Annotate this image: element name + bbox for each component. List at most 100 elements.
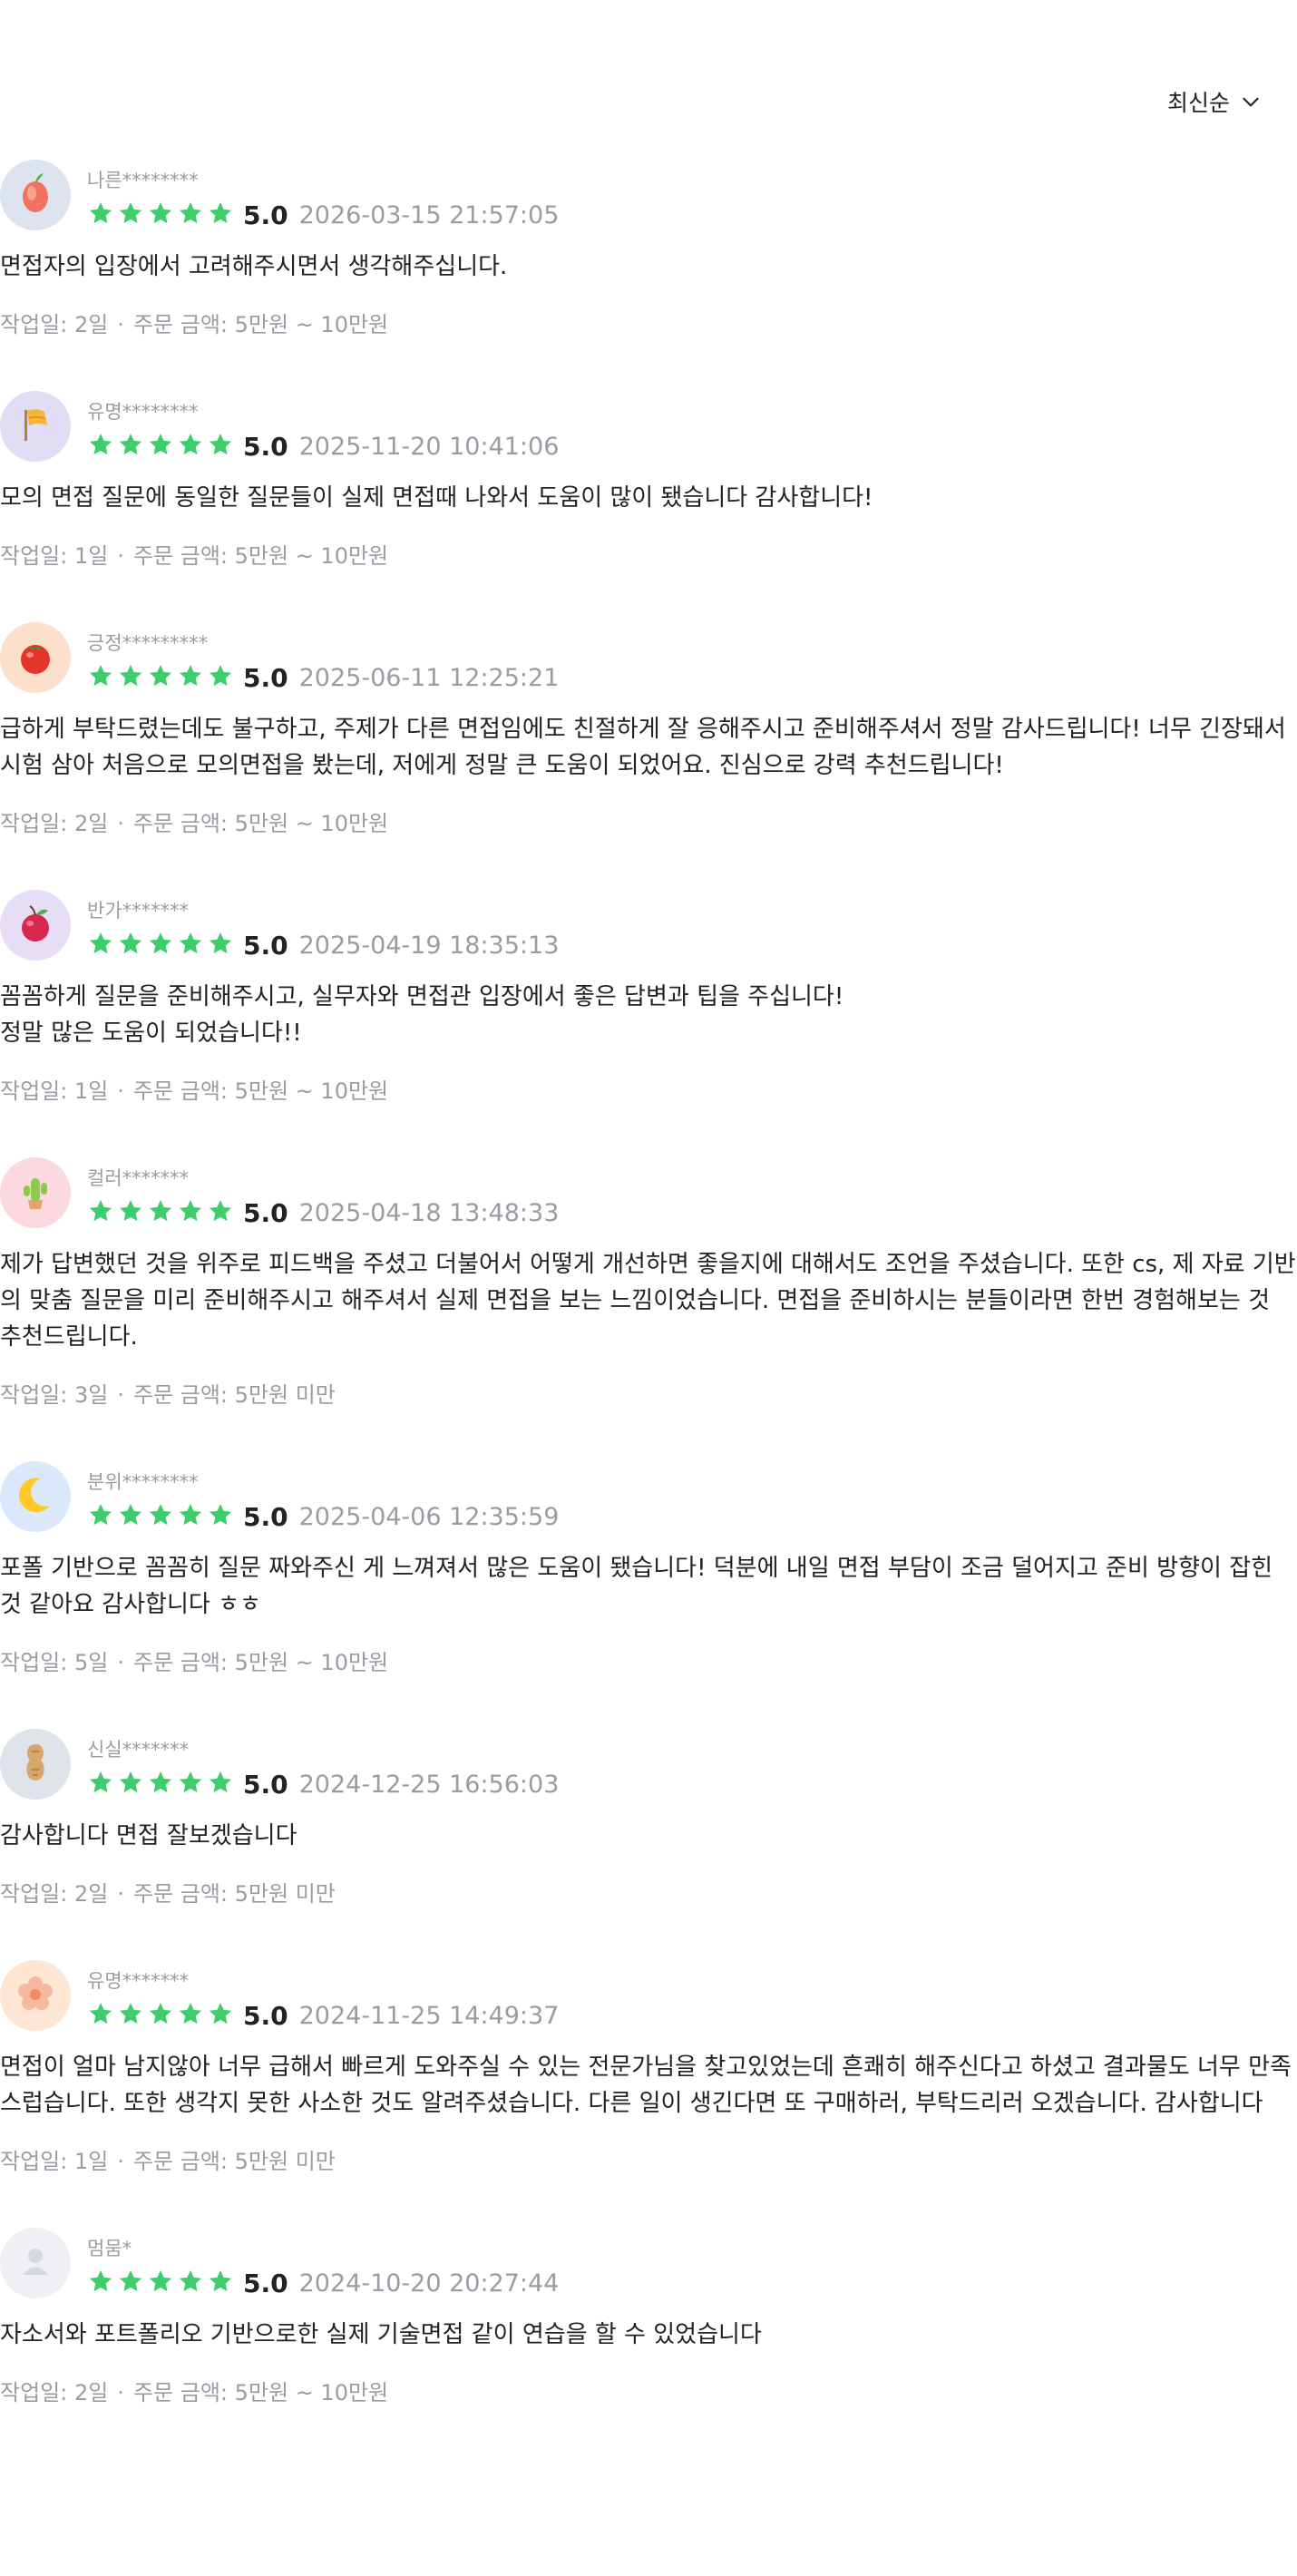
rating-row: 5.0 2024-10-20 20:27:44 (87, 2268, 559, 2298)
star-icon (147, 930, 174, 961)
rating-score: 5.0 (243, 1501, 288, 1532)
price-label: 주문 금액: (132, 1078, 235, 1104)
order-info: 작업일: 3일 · 주문 금액: 5만원 미만 (0, 1377, 1297, 1409)
review-header: 유명******* 5.0 2024-11-25 14:49:37 (0, 1960, 1297, 2031)
reviewer-name: 유명******** (87, 401, 199, 423)
star-icon (87, 1769, 114, 1800)
review-meta: 분위******** 5.0 2025-04-06 12:35:59 (87, 1461, 559, 1532)
star-icon (207, 2000, 234, 2031)
review-meta: 신실******* 5.0 2024-12-25 16:56:03 (87, 1729, 559, 1800)
star-icon (87, 662, 114, 693)
separator: · (117, 1078, 124, 1104)
star-icon (117, 1769, 144, 1800)
review-list: 나른******** 5.0 2026-03-15 21:57:05 면접자의 입장에… (0, 160, 1297, 2459)
star-icon (207, 930, 234, 961)
review-text: 제가 답변했던 것을 위주로 피드백을 주셨고 더불어서 어떻게 개선하면 좋을… (0, 1251, 1296, 1351)
reviewer-name: 유명******* (87, 1970, 190, 1992)
star-icon (177, 431, 204, 462)
worktime-value: 1일 (73, 543, 109, 569)
price-label: 주문 금액: (132, 1650, 235, 1675)
review-header: 분위******** 5.0 2025-04-06 12:35:59 (0, 1461, 1297, 1532)
star-rating (87, 200, 234, 230)
worktime-label: 작업일: (0, 2149, 74, 2174)
review-meta: 유명******** 5.0 2025-11-20 10:41:06 (87, 391, 559, 462)
review-item: 나른******** 5.0 2026-03-15 21:57:05 면접자의 입장에… (0, 160, 1297, 391)
rating-row: 5.0 2025-04-06 12:35:59 (87, 1501, 559, 1532)
separator: · (117, 1650, 124, 1675)
peanut-icon (8, 1735, 63, 1793)
price-value: 5만원 미만 (234, 1382, 336, 1408)
review-item: 유명******** 5.0 2025-11-20 10:41:06 모의 면접 질문… (0, 391, 1297, 622)
star-icon (207, 1197, 234, 1228)
worktime-label: 작업일: (0, 1650, 74, 1675)
order-info: 작업일: 2일 · 주문 금액: 5만원 미만 (0, 1876, 1297, 1908)
rating-score: 5.0 (243, 1769, 288, 1800)
order-info: 작업일: 1일 · 주문 금액: 5만원 ~ 10만원 (0, 1073, 1297, 1105)
price-value: 5만원 ~ 10만원 (234, 2380, 389, 2405)
worktime-value: 5일 (73, 1650, 109, 1675)
star-icon (177, 2000, 204, 2031)
star-icon (147, 1769, 174, 1800)
avatar (0, 160, 71, 230)
review-date: 2026-03-15 21:57:05 (298, 200, 560, 229)
review-item: 신실******* 5.0 2024-12-25 16:56:03 감사합니다 면접 … (0, 1729, 1297, 1960)
star-icon (177, 1769, 204, 1800)
review-item: 컬러******* 5.0 2025-04-18 13:48:33 제가 답변했던 것… (0, 1157, 1297, 1461)
sort-dropdown[interactable]: 최신순 (1167, 85, 1263, 118)
review-meta: 반가******* 5.0 2025-04-19 18:35:13 (87, 890, 559, 961)
avatar (0, 1157, 71, 1228)
rating-row: 5.0 2026-03-15 21:57:05 (87, 200, 559, 230)
separator: · (117, 811, 124, 836)
worktime-label: 작업일: (0, 2380, 74, 2405)
star-icon (117, 2000, 144, 2031)
review-text: 포폴 기반으로 꼼꼼히 질문 짜와주신 게 느껴져서 많은 도움이 됐습니다! … (0, 1555, 1273, 1618)
worktime-value: 1일 (73, 1078, 109, 1104)
star-icon (177, 662, 204, 693)
worktime-value: 1일 (73, 2149, 109, 2174)
review-date: 2025-04-06 12:35:59 (298, 1502, 560, 1531)
separator: · (117, 2380, 124, 2405)
star-icon (117, 2268, 144, 2298)
price-label: 주문 금액: (132, 543, 235, 569)
worktime-value: 3일 (73, 1382, 109, 1408)
star-icon (147, 1501, 174, 1532)
review-header: 컬러******* 5.0 2025-04-18 13:48:33 (0, 1157, 1297, 1228)
star-icon (87, 2268, 114, 2298)
review-header: 유명******** 5.0 2025-11-20 10:41:06 (0, 391, 1297, 462)
separator: · (117, 543, 124, 569)
flag-icon (8, 397, 63, 455)
star-icon (117, 930, 144, 961)
avatar (0, 622, 71, 693)
review-date: 2024-10-20 20:27:44 (298, 2269, 560, 2298)
tomato-icon (8, 629, 63, 687)
review-text: 면접이 얼마 남지않아 너무 급해서 빠르게 도와주실 수 있는 전문가님을 찾… (0, 2054, 1292, 2117)
price-label: 주문 금액: (132, 811, 235, 836)
avatar (0, 1729, 71, 1800)
star-icon (207, 2268, 234, 2298)
avatar (0, 391, 71, 462)
price-label: 주문 금액: (132, 312, 235, 337)
review-item: 긍정********* 5.0 2025-06-11 12:25:21 급하게 부탁드… (0, 622, 1297, 890)
star-rating (87, 1197, 234, 1228)
apple-icon (8, 896, 63, 954)
worktime-label: 작업일: (0, 543, 74, 569)
avatar (0, 890, 71, 961)
rating-row: 5.0 2025-11-20 10:41:06 (87, 431, 559, 462)
separator: · (117, 1382, 124, 1408)
rating-score: 5.0 (243, 431, 288, 462)
review-header: 나른******** 5.0 2026-03-15 21:57:05 (0, 160, 1297, 230)
star-icon (87, 930, 114, 961)
star-icon (87, 1197, 114, 1228)
review-date: 2024-12-25 16:56:03 (298, 1770, 560, 1799)
review-item: 멈뭄* 5.0 2024-10-20 20:27:44 자소서와 포트폴리오 기반으로… (0, 2228, 1297, 2459)
star-icon (177, 930, 204, 961)
reviewer-name: 컬러******* (87, 1167, 190, 1189)
price-value: 5만원 미만 (234, 1881, 336, 1907)
chevron-down-icon (1243, 97, 1259, 107)
star-rating (87, 662, 234, 693)
worktime-label: 작업일: (0, 1881, 74, 1907)
separator: · (117, 2149, 124, 2174)
worktime-label: 작업일: (0, 312, 74, 337)
review-meta: 유명******* 5.0 2024-11-25 14:49:37 (87, 1960, 559, 2031)
star-icon (177, 200, 204, 230)
